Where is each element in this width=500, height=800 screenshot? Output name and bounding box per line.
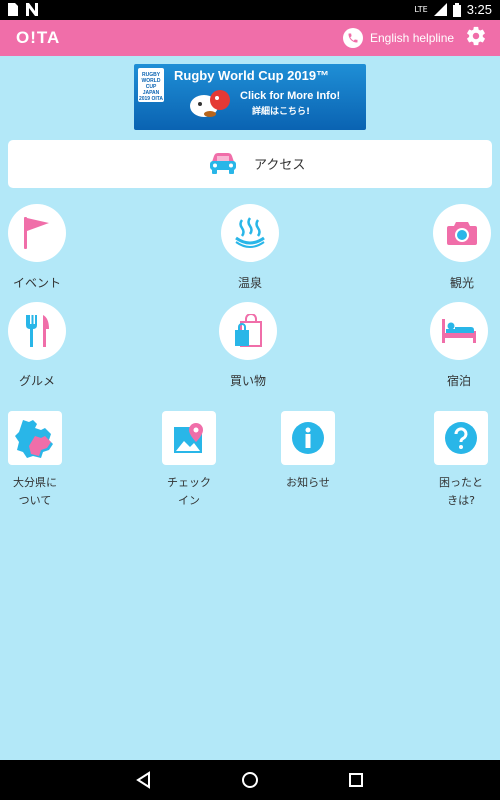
recents-icon [349, 773, 363, 787]
notification-n-icon [26, 3, 38, 16]
shopping-bag-icon [235, 314, 262, 347]
menu-label: グルメ [18, 374, 55, 388]
home-icon [242, 772, 258, 788]
menu-label: 温泉 [237, 276, 262, 290]
menu-checkin[interactable]: チェック イン [159, 411, 219, 510]
rwc-logo: RUGBY WORLD CUP JAPAN 2019 OITA [138, 68, 164, 102]
app-logo: O!TA [16, 28, 61, 47]
recents-button[interactable] [344, 768, 368, 792]
menu-help[interactable]: 困ったと きは? [431, 411, 491, 510]
mascot-image [190, 90, 230, 117]
bed-icon [442, 319, 476, 343]
menu-shopping[interactable]: 買い物 [218, 302, 278, 389]
menu-onsen[interactable]: 温泉 [220, 204, 280, 291]
menu-label: イベント [12, 276, 61, 290]
oita-map-icon [15, 420, 53, 458]
menu-label: 買い物 [229, 374, 266, 388]
gear-icon[interactable] [464, 25, 488, 49]
menu-label-line1: お知らせ [286, 476, 330, 489]
signal-icon [433, 3, 447, 16]
helpline-label: English helpline [370, 31, 455, 45]
flag-icon [24, 217, 49, 249]
car-icon [210, 153, 236, 174]
english-helpline-button[interactable]: English helpline [343, 26, 454, 50]
rugby-world-cup-banner[interactable]: RUGBY WORLD CUP JAPAN 2019 OITA Rugby Wo… [134, 64, 366, 130]
menu-label-line2: ついて [18, 494, 52, 507]
home-button[interactable] [238, 768, 262, 792]
menu-label-line2: イン [178, 494, 200, 507]
sim-icon [8, 3, 18, 16]
cutlery-icon [26, 315, 49, 347]
menu-lodging[interactable]: 宿泊 [429, 302, 489, 389]
hot-spring-icon [235, 217, 265, 248]
system-nav-bar [0, 760, 500, 800]
help-icon [445, 422, 477, 454]
banner-jp-text: 詳細はこちら! [252, 107, 311, 117]
menu-gourmet[interactable]: グルメ [7, 302, 67, 389]
menu-label-line1: チェック [167, 476, 211, 489]
menu-label: 宿泊 [446, 374, 471, 388]
menu-sightseeing[interactable]: 観光 [432, 204, 492, 291]
back-button[interactable] [131, 768, 155, 792]
menu-label-line2: きは? [447, 494, 475, 507]
battery-icon [452, 2, 461, 17]
app-bar: O!TA English helpline [0, 20, 500, 56]
network-type: LTE [414, 5, 428, 14]
menu-label-line1: 大分県に [13, 476, 57, 489]
menu-label-line1: 困ったと [439, 476, 483, 489]
menu-event[interactable]: イベント [7, 204, 67, 291]
access-button[interactable]: アクセス [8, 140, 492, 188]
back-icon [136, 771, 150, 789]
camera-icon [447, 222, 477, 245]
access-label: アクセス [254, 158, 306, 173]
map-pin-icon [174, 423, 203, 453]
menu-label: 観光 [449, 276, 474, 290]
status-time: 3:25 [466, 2, 492, 17]
menu-notices[interactable]: お知らせ [278, 411, 338, 492]
phone-icon [343, 28, 363, 48]
banner-click-text: Click for More Info! [240, 90, 341, 102]
status-bar: LTE 3:25 [0, 0, 500, 20]
menu-about-oita[interactable]: 大分県に ついて [5, 411, 65, 510]
info-icon [292, 422, 324, 454]
banner-title: Rugby World Cup 2019™ [174, 68, 330, 83]
